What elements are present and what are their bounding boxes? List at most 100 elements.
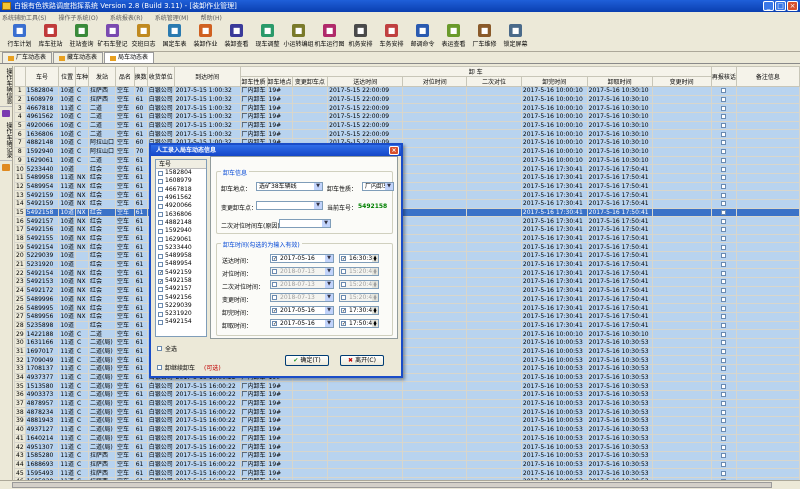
table-cell[interactable] [651, 364, 712, 374]
table-cell[interactable] [651, 216, 712, 226]
table-cell[interactable]: 61 [133, 155, 148, 166]
table-cell[interactable]: 10道 [58, 277, 76, 287]
table-cell[interactable]: 19# [266, 416, 293, 426]
table-cell[interactable] [327, 450, 404, 461]
table-cell[interactable]: 2017-5-16 17:30:41 [520, 190, 588, 200]
table-cell[interactable]: 2017-5-15 16:00:22 [173, 416, 241, 426]
table-cell[interactable]: 二道(局) [87, 381, 117, 392]
table-cell[interactable] [291, 450, 329, 461]
recheck-cell[interactable] [710, 242, 737, 253]
table-cell[interactable]: 11道 [58, 337, 76, 348]
recheck-cell[interactable] [710, 303, 737, 313]
table-cell[interactable]: 红会 [87, 268, 117, 279]
table-cell[interactable] [466, 398, 522, 409]
table-cell[interactable]: C [74, 407, 89, 418]
table-cell[interactable] [402, 120, 468, 131]
table-cell[interactable] [291, 86, 329, 96]
table-row[interactable]: 13549215910道NX红会空车61白银公司2017-5-15 1:00:3… [14, 190, 800, 200]
checkbox-box[interactable] [157, 365, 162, 370]
select-all-checkbox[interactable]: 全选 [157, 344, 177, 353]
corner-header[interactable] [14, 66, 26, 87]
table-cell[interactable]: C [74, 442, 89, 452]
recheck-cell[interactable] [710, 259, 737, 270]
table-cell[interactable] [402, 94, 468, 105]
list-item[interactable]: 4920066 [156, 202, 206, 210]
table-cell[interactable]: 61 [133, 364, 148, 374]
table-cell[interactable]: 2017-5-15 22:00:09 [327, 103, 404, 114]
recheck-checkbox[interactable] [721, 383, 727, 389]
unload-kind-select[interactable]: 厂内卸车 ▼ [362, 182, 394, 191]
table-cell[interactable]: 11道 [58, 381, 76, 392]
table-cell[interactable]: 二道(局) [87, 442, 117, 452]
item-checkbox[interactable] [158, 228, 163, 234]
column-header[interactable]: 位置 [58, 66, 76, 87]
recheck-cell[interactable] [710, 468, 737, 478]
table-cell[interactable]: 空车 [115, 190, 135, 200]
recheck-cell[interactable] [710, 433, 737, 444]
table-cell[interactable]: 红会 [87, 242, 117, 253]
table-cell[interactable]: 10道 [58, 94, 76, 105]
table-row[interactable]: 29142218810道C二道空车61白银公司2017-5-15 1:00:32… [14, 329, 800, 339]
list-item[interactable]: 5229039 [156, 302, 206, 310]
table-cell[interactable]: 空车 [115, 155, 135, 166]
enable-checkbox[interactable] [341, 269, 346, 274]
table-cell[interactable] [402, 172, 468, 183]
table-cell[interactable]: 2017-5-15 22:00:09 [327, 94, 404, 105]
item-checkbox[interactable] [158, 286, 163, 292]
note-cell[interactable] [735, 216, 800, 226]
table-cell[interactable]: 60 [133, 103, 148, 114]
table-cell[interactable]: 2017-5-16 10:00:10 [520, 86, 588, 96]
column-header[interactable]: 二次对位 [466, 76, 522, 87]
note-cell[interactable] [735, 416, 800, 426]
table-cell[interactable]: 2017-5-15 1:00:32 [173, 129, 241, 140]
table-cell[interactable]: 5492153 [24, 277, 60, 287]
recheck-cell[interactable] [710, 329, 737, 339]
table-cell[interactable]: 10道 [58, 155, 76, 166]
table-cell[interactable] [466, 112, 522, 122]
table-cell[interactable] [466, 94, 522, 105]
table-cell[interactable] [402, 294, 468, 305]
table-cell[interactable]: 1513580 [24, 381, 60, 392]
note-cell[interactable] [735, 285, 800, 296]
note-cell[interactable] [735, 181, 800, 192]
table-cell[interactable] [466, 468, 522, 478]
scrollbar-thumb[interactable] [12, 482, 772, 488]
table-cell[interactable] [291, 120, 329, 131]
note-cell[interactable] [735, 268, 800, 279]
table-cell[interactable]: 白银公司 [146, 94, 175, 105]
table-cell[interactable]: 61 [133, 242, 148, 253]
item-checkbox[interactable] [158, 203, 163, 209]
enable-checkbox[interactable] [272, 295, 277, 300]
table-cell[interactable]: C [74, 129, 89, 140]
table-cell[interactable] [327, 398, 404, 409]
table-cell[interactable]: 61 [133, 329, 148, 339]
table-cell[interactable] [466, 390, 522, 400]
time-spinner[interactable]: ✓ 17:50:41 ▲ ▼ [339, 319, 379, 328]
table-cell[interactable]: 2017-5-15 16:00:22 [173, 407, 241, 418]
table-cell[interactable]: 2017-5-16 10:00:10 [520, 120, 588, 131]
list-item[interactable]: 5492154 [156, 318, 206, 326]
note-cell[interactable] [735, 233, 800, 244]
table-cell[interactable] [466, 294, 522, 305]
table-cell[interactable]: 10道 [58, 233, 76, 244]
table-cell[interactable] [402, 146, 468, 157]
table-cell[interactable]: 2017-5-16 10:30:53 [586, 337, 653, 348]
table-cell[interactable]: 2017-5-16 10:30:53 [586, 381, 653, 392]
table-cell[interactable]: 厂内卸车 [239, 442, 268, 452]
table-cell[interactable]: 红会 [87, 303, 117, 313]
table-row[interactable]: 17549215610道NX红会空车61白银公司2017-5-15 1:00:3… [14, 225, 800, 235]
table-row[interactable]: 19549215410道NX红会空车61白银公司2017-5-15 1:00:3… [14, 242, 800, 253]
recheck-cell[interactable] [710, 372, 737, 383]
table-cell[interactable]: 空车 [115, 198, 135, 209]
table-cell[interactable]: 白银公司 [146, 381, 175, 392]
table-cell[interactable]: 4878234 [24, 407, 60, 418]
table-cell[interactable]: 2017-5-16 10:00:53 [520, 407, 588, 418]
table-cell[interactable]: 空车 [115, 225, 135, 235]
table-cell[interactable]: 2017-5-16 17:50:41 [586, 172, 653, 183]
note-cell[interactable] [735, 320, 800, 331]
table-cell[interactable]: 厂内卸车 [239, 129, 268, 140]
column-header[interactable]: 发站 [87, 66, 117, 87]
table-cell[interactable]: 2017-5-16 10:00:10 [520, 129, 588, 140]
table-cell[interactable]: 厂内卸车 [239, 459, 268, 470]
table-cell[interactable]: 2017-5-15 22:00:09 [327, 86, 404, 96]
